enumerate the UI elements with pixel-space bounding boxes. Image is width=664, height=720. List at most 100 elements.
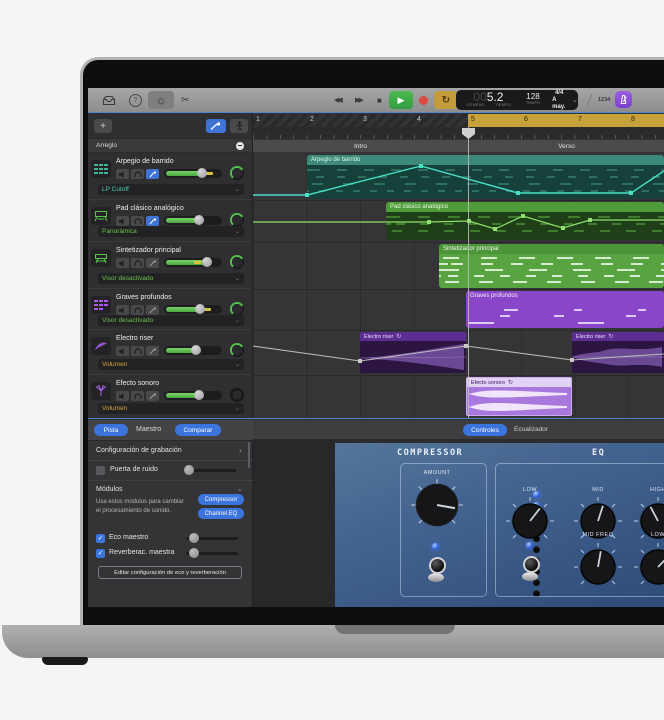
track-header-arpegio[interactable]: Arpegio de barrido LP Cutoff⌄ (88, 153, 252, 200)
tab-ecualizador[interactable]: Ecualizador (514, 426, 548, 433)
stop-button[interactable]: ■ (377, 88, 382, 112)
mute-button[interactable] (116, 305, 129, 315)
eq-power-switch[interactable] (521, 555, 539, 581)
track-header-electro-riser[interactable]: Electro riser Volumen⌄ (88, 330, 252, 375)
volume-slider[interactable] (164, 216, 222, 225)
automation-toggle[interactable] (146, 258, 159, 268)
mute-button[interactable] (116, 346, 129, 356)
automation-parameter-dropdown[interactable]: Volumen⌄ (98, 403, 244, 414)
inspector-scrollbar[interactable] (248, 442, 250, 468)
solo-button[interactable] (131, 391, 144, 401)
pan-knob[interactable] (230, 388, 244, 402)
automation-toggle[interactable] (146, 391, 159, 401)
amount-knob[interactable] (408, 476, 466, 534)
project-chooser-icon[interactable] (102, 88, 116, 112)
region-arpegio[interactable]: Arpegio de barrido (307, 155, 664, 199)
automation-toggle[interactable] (146, 305, 159, 315)
tab-pista[interactable]: Pista (94, 424, 128, 436)
module-compressor-button[interactable]: Compressor (198, 494, 244, 505)
region-electro-riser-1[interactable]: Electro riser↻ (360, 332, 466, 373)
arrangement-marker-intro[interactable]: Intro (253, 140, 468, 152)
solo-button[interactable] (131, 169, 144, 179)
forward-button[interactable]: ▶▶ (355, 88, 362, 112)
automation-parameter-dropdown[interactable]: Visor desactivado⌄ (98, 315, 244, 326)
mute-button[interactable] (116, 391, 129, 401)
track-header-efecto-sonoro[interactable]: Efecto sonoro Volumen⌄ (88, 375, 252, 418)
region-graves[interactable]: Graves profundos (466, 291, 664, 328)
master-reverb-slider[interactable] (186, 552, 238, 555)
volume-slider[interactable] (164, 391, 222, 400)
modules-section-header[interactable]: Módulos (96, 486, 122, 493)
play-button[interactable]: ▶ (389, 91, 413, 109)
cycle-button[interactable]: ↻ (434, 91, 458, 109)
track-header-pad[interactable]: Pad clásico analógico Panorámica⌄ (88, 200, 252, 242)
automation-parameter-dropdown[interactable]: Volumen⌄ (98, 359, 244, 370)
playhead-line[interactable] (468, 127, 469, 418)
automation-toggle[interactable] (146, 216, 159, 226)
eq-low-knob[interactable] (503, 494, 557, 548)
chevron-right-icon: › (239, 446, 242, 455)
mute-button[interactable] (116, 258, 129, 268)
arrangement-marker-verso[interactable]: Verso (469, 140, 664, 152)
compressor-power-switch[interactable] (427, 556, 445, 582)
eq-low-cut-knob[interactable] (631, 540, 664, 594)
tab-controles[interactable]: Controles (463, 424, 507, 436)
region-pad[interactable]: Pad clásico analógico (386, 202, 664, 240)
automation-toggle[interactable] (146, 169, 159, 179)
region-electro-riser-2[interactable]: Electro riser↻ (572, 332, 664, 373)
edit-echo-reverb-button[interactable]: Editar configuración de eco y reverberac… (98, 566, 242, 579)
recording-settings-row[interactable]: Configuración de grabación (96, 447, 182, 454)
track-header-sintetizador[interactable]: Sintetizador principal Visor desactivado… (88, 242, 252, 289)
track-lanes[interactable]: Arpegio de barrido Pad clásico analógico… (253, 153, 664, 418)
pan-knob[interactable] (230, 302, 244, 316)
volume-slider[interactable] (164, 169, 222, 178)
musical-typing-button[interactable] (230, 119, 248, 133)
module-channel-eq-button[interactable]: Channel EQ (198, 508, 244, 519)
help-icon[interactable]: ? (129, 88, 142, 112)
master-echo-checkbox[interactable]: ✓ (96, 534, 105, 543)
mute-button[interactable] (116, 216, 129, 226)
arrangement-options-icon[interactable] (236, 142, 244, 150)
mute-button[interactable] (116, 169, 129, 179)
add-track-button[interactable]: + (94, 119, 112, 133)
automation-parameter-dropdown[interactable]: Visor desactivado⌄ (98, 273, 244, 284)
solo-button[interactable] (131, 216, 144, 226)
record-button[interactable] (419, 88, 428, 112)
lcd-display[interactable]: 005.2 COMPÁS TIEMPO 128 TEMPO 4/4 A may.… (456, 90, 578, 110)
noise-gate-checkbox[interactable] (96, 466, 105, 475)
volume-slider[interactable] (164, 258, 222, 267)
track-header-graves[interactable]: Graves profundos Visor desactivado⌄ (88, 289, 252, 330)
pan-knob[interactable] (230, 255, 244, 269)
automation-button[interactable] (206, 119, 226, 133)
tab-maestro[interactable]: Maestro (136, 426, 161, 433)
count-in-button[interactable]: 1234 (598, 88, 610, 112)
volume-slider[interactable] (164, 305, 222, 314)
solo-button[interactable] (131, 258, 144, 268)
automation-parameter-dropdown[interactable]: Panorámica⌄ (98, 226, 244, 237)
pan-knob[interactable] (230, 213, 244, 227)
automation-parameter-dropdown[interactable]: LP Cutoff⌄ (98, 184, 244, 195)
noise-gate-slider[interactable] (184, 469, 236, 472)
solo-button[interactable] (131, 346, 144, 356)
region-sintetizador[interactable]: Sintetizador principal (439, 244, 664, 288)
tab-comparar[interactable]: Comparar (175, 424, 221, 436)
eq-mid-freq-knob[interactable] (571, 540, 625, 594)
volume-slider[interactable] (164, 346, 222, 355)
pan-knob[interactable] (230, 343, 244, 357)
arrangement-track-header[interactable]: Arreglo (88, 138, 252, 153)
chevron-down-icon[interactable]: ⌄ (572, 96, 578, 104)
editors-icon[interactable]: ✂ (181, 88, 189, 112)
solo-button[interactable] (131, 305, 144, 315)
master-reverb-checkbox[interactable]: ✓ (96, 549, 105, 558)
smart-controls-button[interactable]: ☼ (148, 91, 174, 109)
beat-ruler[interactable] (253, 127, 664, 139)
region-efecto-sonoro[interactable]: Efecto sonoro↻ (466, 377, 572, 416)
rewind-button[interactable]: ◀◀ (334, 88, 341, 112)
master-echo-slider[interactable] (186, 537, 238, 540)
metronome-button[interactable] (615, 91, 632, 108)
automation-toggle[interactable] (146, 346, 159, 356)
eq-low-cut-label: LOW (651, 532, 664, 538)
power-led (432, 543, 439, 550)
ruler-no-cycle[interactable] (253, 114, 468, 127)
pan-knob[interactable] (230, 166, 244, 180)
